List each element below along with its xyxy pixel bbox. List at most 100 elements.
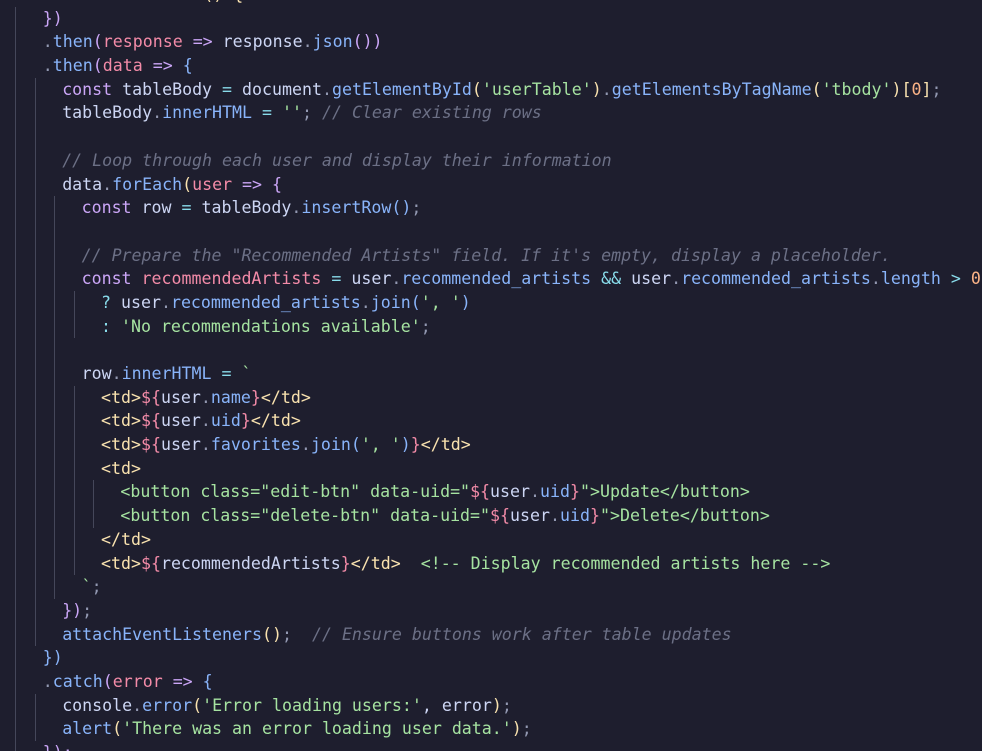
code-line[interactable]: tableBody.innerHTML = ''; // Clear exist… xyxy=(0,101,982,126)
code-line[interactable]: <td>${recommendedArtists}</td> <!-- Disp… xyxy=(0,551,982,576)
indent-guide xyxy=(15,504,17,528)
code-line[interactable]: }) xyxy=(0,646,982,670)
code-line[interactable]: <td>${user.name}</td> xyxy=(0,385,982,410)
code-line[interactable]: </td> xyxy=(0,527,982,552)
code-line[interactable]: alert('There was an error loading user d… xyxy=(0,717,982,741)
indent-guide xyxy=(15,409,17,434)
indent-guide xyxy=(54,456,56,481)
code-token: recommended_artists xyxy=(681,269,871,289)
code-token: row xyxy=(131,198,182,218)
code-line[interactable]: .then(data => { xyxy=(0,54,982,78)
code-token: ()) xyxy=(352,32,383,52)
code-token: ; xyxy=(82,600,93,620)
code-line[interactable]: : 'No recommendations available'; xyxy=(0,314,982,339)
code-line[interactable]: row.innerHTML = ` xyxy=(0,362,982,386)
code-token: <button class="edit-btn" data-uid=" xyxy=(120,482,471,502)
code-text: .then(response => response.json()) xyxy=(43,30,383,54)
code-token: row xyxy=(81,364,112,383)
indent-guide xyxy=(73,385,75,410)
indent-guide xyxy=(15,646,17,670)
code-token: insertRow xyxy=(301,198,392,218)
code-line[interactable]: console.error('Error loading users:', er… xyxy=(0,693,982,718)
code-line[interactable]: <td>${user.favorites.join(', ')}</td> xyxy=(0,433,982,457)
code-line[interactable] xyxy=(0,125,982,149)
indent-guide xyxy=(34,527,36,552)
code-line[interactable]: attachEventListeners(); // Ensure button… xyxy=(0,622,982,647)
indent-guide xyxy=(73,504,75,528)
code-token: document xyxy=(232,79,322,99)
code-line[interactable]: }) xyxy=(0,6,982,31)
code-text: }); xyxy=(43,741,73,751)
indent-guide xyxy=(15,290,17,315)
code-line[interactable]: ? user.recommended_artists.join(', ') xyxy=(0,290,982,315)
code-token: function xyxy=(23,0,103,4)
code-token: ( xyxy=(112,719,123,739)
code-token: ${ xyxy=(140,387,161,407)
code-line[interactable]: .catch(error => { xyxy=(0,669,982,694)
code-token: ${ xyxy=(140,553,161,573)
code-text: attachEventListeners(); // Ensure button… xyxy=(62,623,731,647)
code-line[interactable]: const recommendedArtists = user.recommen… xyxy=(0,267,982,291)
code-line[interactable]: // Prepare the "Recommended Artists" fie… xyxy=(0,243,982,268)
code-line[interactable]: .then(response => response.json()) xyxy=(0,30,982,55)
code-line[interactable]: const tableBody = document.getElementByI… xyxy=(0,77,982,102)
code-token: user xyxy=(341,269,392,289)
code-token: json xyxy=(312,32,353,52)
code-token: join xyxy=(310,435,351,455)
code-line[interactable]: }); xyxy=(0,598,982,623)
code-token: }) xyxy=(42,8,63,28)
code-token: = xyxy=(331,269,342,289)
indent-guide xyxy=(15,338,17,362)
code-token: <td> xyxy=(101,411,141,431)
code-line[interactable] xyxy=(0,219,982,244)
code-text: <button class="edit-btn" data-uid="${use… xyxy=(120,480,749,504)
code-token: ) xyxy=(891,79,902,99)
code-editor[interactable]: function loadUsers() {}).then(response =… xyxy=(0,0,982,751)
code-line[interactable] xyxy=(0,338,982,362)
code-token: </td> xyxy=(420,435,471,455)
code-line[interactable]: // Loop through each user and display th… xyxy=(0,148,982,173)
code-token: ) xyxy=(400,435,411,455)
indent-guide xyxy=(54,527,56,552)
code-token: ; xyxy=(420,316,431,336)
code-area[interactable]: function loadUsers() {}).then(response =… xyxy=(0,0,982,751)
code-line[interactable]: }); xyxy=(0,741,982,751)
code-token: user xyxy=(510,506,550,526)
indent-guide xyxy=(54,551,56,576)
indent-guide xyxy=(34,125,36,149)
code-token: ; xyxy=(411,198,422,218)
indent-guide xyxy=(15,219,17,244)
code-token: . xyxy=(42,671,53,691)
code-token: <!-- Display recommended artists here --… xyxy=(400,553,831,573)
indent-guide xyxy=(34,101,36,126)
indent-guide xyxy=(15,125,17,149)
code-line[interactable]: <td>${user.uid}</td> xyxy=(0,409,982,434)
code-token: ( xyxy=(410,292,421,312)
indent-guide xyxy=(34,290,36,315)
code-token: response xyxy=(102,32,183,52)
code-token: ) xyxy=(460,292,471,312)
code-text: data.forEach(user => { xyxy=(62,173,282,197)
code-token: 'userTable' xyxy=(481,79,592,99)
code-token: user xyxy=(490,482,531,502)
code-line[interactable]: <td> xyxy=(0,456,982,481)
indent-guide xyxy=(15,385,17,410)
code-line[interactable]: function loadUsers() { xyxy=(0,0,982,7)
indent-guide xyxy=(54,409,56,434)
code-text: `; xyxy=(82,575,102,599)
code-token: ` xyxy=(81,577,92,597)
code-token: > xyxy=(940,269,971,289)
code-token: }) xyxy=(42,648,63,668)
indent-guide xyxy=(54,243,56,268)
code-line[interactable]: <button class="edit-btn" data-uid="${use… xyxy=(0,480,982,505)
code-line[interactable]: data.forEach(user => { xyxy=(0,172,982,197)
code-token: recommended_artists xyxy=(170,292,361,312)
code-line[interactable]: `; xyxy=(0,575,982,599)
code-token: }); xyxy=(43,743,73,751)
code-text: const tableBody = document.getElementByI… xyxy=(62,78,941,102)
indent-guide xyxy=(54,290,56,315)
code-token: getElementsByTagName xyxy=(611,79,812,99)
code-line[interactable]: <button class="delete-btn" data-uid="${u… xyxy=(0,504,982,528)
indent-guide xyxy=(73,456,75,481)
code-line[interactable]: const row = tableBody.insertRow(); xyxy=(0,196,982,220)
